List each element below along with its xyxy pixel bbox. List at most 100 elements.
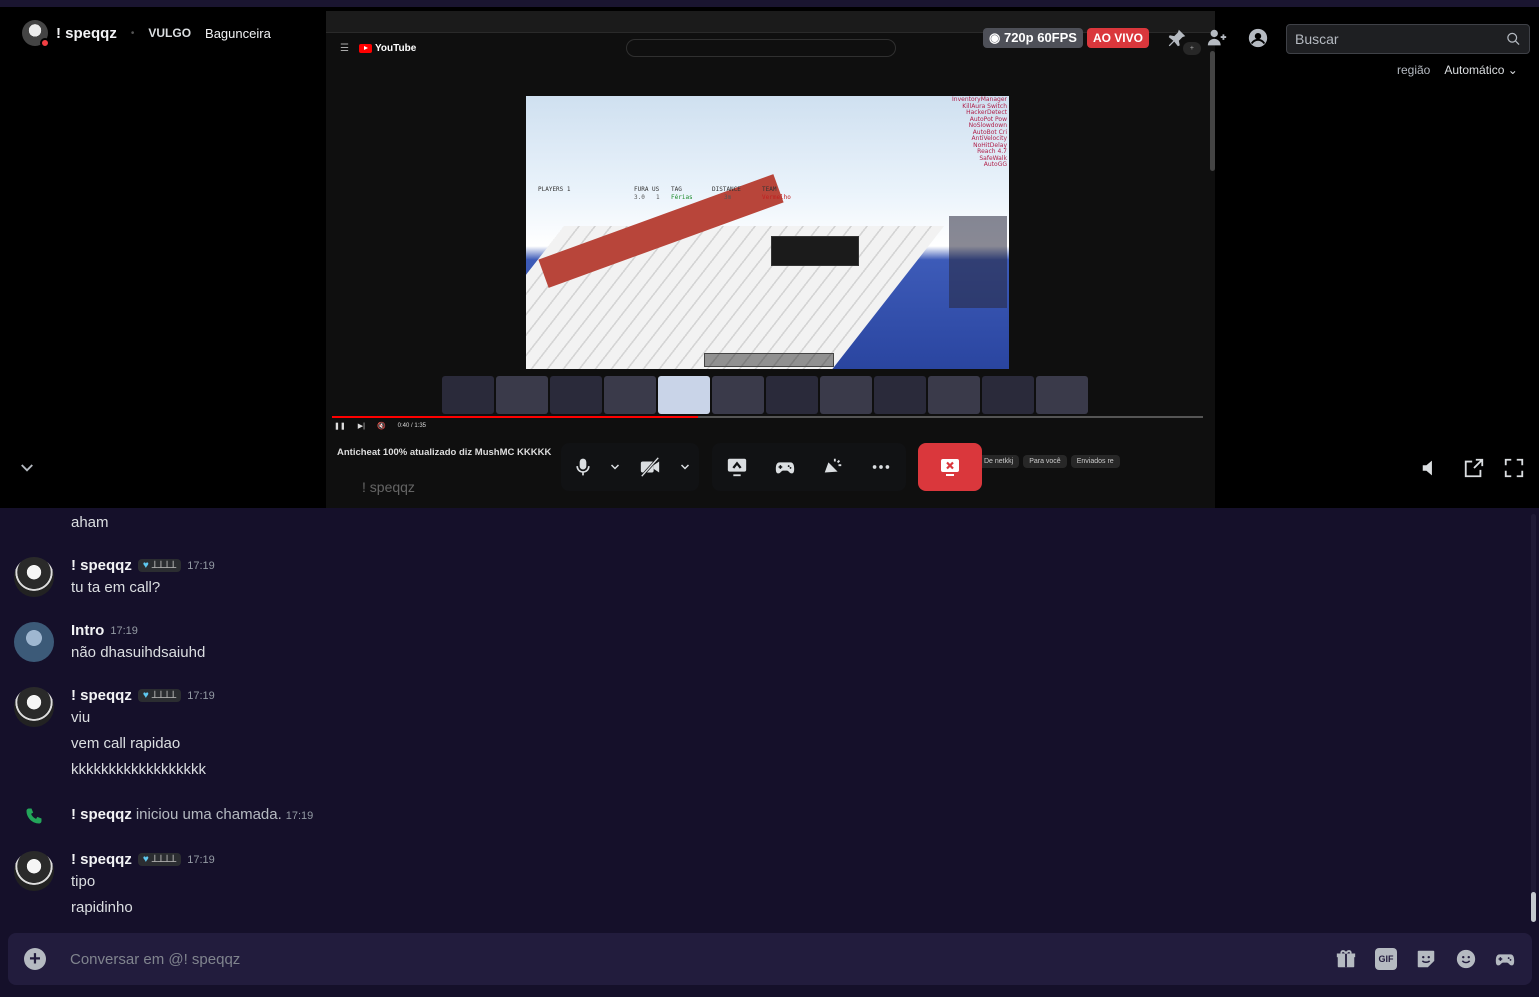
dnd-status-icon — [40, 38, 50, 48]
collapse-chevron-icon[interactable] — [18, 459, 36, 477]
search-icon — [1507, 32, 1520, 46]
message-line: aham — [71, 514, 109, 531]
soundboard-button[interactable] — [809, 443, 857, 491]
user-badge[interactable]: ♥ ꓕꓕꓕꓕ — [137, 853, 182, 866]
message-time: 17:19 — [187, 559, 215, 572]
call-username[interactable]: ! speqqz — [56, 25, 117, 42]
stream-quality-badge: ◉ 720p 60FPS — [983, 28, 1083, 48]
message-input[interactable] — [70, 947, 1270, 971]
message-line: rapidinho — [71, 899, 133, 916]
target-hud — [771, 236, 859, 266]
hud-distance-value: 3m — [724, 194, 732, 201]
avatar[interactable] — [14, 622, 54, 662]
camera-button[interactable] — [627, 443, 673, 491]
heart-icon: ♥ — [142, 854, 149, 865]
hud-players: PLAYERS 1 — [538, 186, 571, 193]
search-input[interactable] — [1295, 31, 1507, 47]
message-line: kkkkkkkkkkkkkkkkkk — [71, 761, 206, 778]
screen-share-button[interactable] — [713, 443, 761, 491]
message-header: ! speqqz ♥ ꓕꓕꓕꓕ 17:19 — [71, 687, 215, 704]
chevron-down-icon — [610, 464, 620, 470]
user-badge[interactable]: ♥ ꓕꓕꓕꓕ — [137, 559, 182, 572]
avatar[interactable] — [22, 20, 50, 48]
server-name: Bagunceira — [205, 25, 271, 41]
gift-icon[interactable] — [1335, 948, 1357, 970]
message-line: tipo — [71, 873, 96, 890]
call-started-message: ! speqqz iniciou uma chamada. 17:19 — [71, 806, 313, 823]
chat-scrollbar[interactable] — [1531, 514, 1536, 922]
avatar[interactable] — [14, 557, 54, 597]
hotbar — [704, 353, 834, 367]
message-author[interactable]: Intro — [71, 622, 104, 639]
soundboard-icon — [824, 458, 842, 473]
stream-status: ◉ 720p 60FPS AO VIVO — [983, 28, 1149, 48]
message-header: Intro 17:19 — [71, 622, 138, 639]
add-friend-icon[interactable] — [1206, 27, 1228, 49]
hud-team: TEAM — [762, 186, 777, 193]
screen-share-stream[interactable]: ☰ YouTube + InventoryManager KillAura Swi… — [326, 11, 1215, 508]
separator-dot: • — [130, 27, 135, 39]
gamepad-icon — [775, 462, 795, 474]
scrollbar-thumb[interactable] — [1531, 892, 1536, 922]
participant-thumbnails — [442, 376, 1088, 414]
hud-distance: DISTANCE — [712, 186, 741, 193]
mic-camera-group — [561, 443, 699, 491]
message-line: tu ta em call? — [71, 579, 161, 596]
message-author[interactable]: ! speqqz — [71, 557, 132, 574]
mic-options-button[interactable] — [603, 443, 627, 491]
message-line: não dhasuihdsaiuhd — [71, 644, 206, 661]
camera-options-button[interactable] — [673, 443, 697, 491]
pause-icon: ❚❚ — [334, 423, 346, 430]
message-header: ! speqqz ♥ ꓕꓕꓕꓕ 17:19 — [71, 557, 215, 574]
video-chips: De netkkj Para você Enviados re — [978, 455, 1120, 468]
window-top-strip — [0, 0, 1539, 7]
stop-stream-button[interactable] — [918, 443, 982, 491]
volume-icon[interactable] — [1420, 457, 1442, 479]
more-options-button[interactable] — [857, 443, 905, 491]
message-author[interactable]: ! speqqz — [71, 851, 132, 868]
gif-icon[interactable]: GIF — [1375, 948, 1397, 970]
search-field[interactable] — [1286, 24, 1530, 54]
heart-icon: ♥ — [142, 690, 149, 701]
hud-ping: 1 — [656, 194, 660, 201]
screen-share-icon — [727, 458, 747, 477]
hud-count: 3.0 — [634, 194, 645, 201]
stop-screen-share-icon — [941, 459, 959, 476]
message-header: ! speqqz ♥ ꓕꓕꓕꓕ 17:19 — [71, 851, 215, 868]
chip: De netkkj — [978, 455, 1020, 468]
call-header: ! speqqz • VULGO Bagunceira — [22, 20, 271, 48]
clan-tag[interactable]: VULGO — [148, 26, 191, 40]
activity-group — [712, 443, 906, 491]
chat-messages: aham ! speqqz ♥ ꓕꓕꓕꓕ 17:19 tu ta em call?… — [0, 508, 1539, 997]
mic-button[interactable] — [563, 443, 603, 491]
avatar[interactable] — [14, 687, 54, 727]
next-icon: ▶| — [357, 423, 365, 430]
region-selector[interactable]: região Automático ⌄ — [1397, 63, 1518, 77]
message-author[interactable]: ! speqqz — [71, 806, 132, 823]
add-attachment-icon[interactable]: + — [24, 948, 46, 970]
message-author[interactable]: ! speqqz — [71, 687, 132, 704]
pin-icon[interactable] — [1166, 27, 1188, 49]
profile-icon[interactable] — [1247, 27, 1269, 49]
heart-icon: ♥ — [142, 560, 149, 571]
avatar[interactable] — [14, 851, 54, 891]
stats-box — [949, 216, 1007, 308]
message-composer: + GIF — [8, 933, 1532, 985]
menu-icon: ☰ — [340, 42, 349, 54]
sticker-icon[interactable] — [1415, 948, 1437, 970]
live-badge: AO VIVO — [1086, 28, 1149, 48]
chevron-down-icon: ⌄ — [1507, 63, 1518, 77]
mute-icon: 🔇 — [376, 423, 386, 430]
apps-gamepad-icon[interactable] — [1494, 948, 1516, 970]
popout-icon[interactable] — [1463, 457, 1485, 479]
youtube-search — [626, 39, 897, 57]
fullscreen-icon[interactable] — [1503, 457, 1525, 479]
activity-button[interactable] — [761, 443, 809, 491]
emoji-icon[interactable] — [1455, 948, 1477, 970]
user-badge[interactable]: ♥ ꓕꓕꓕꓕ — [137, 689, 182, 702]
region-value[interactable]: Automático ⌄ — [1444, 63, 1517, 77]
message-time: 17:19 — [110, 624, 138, 637]
video-progress-bar — [332, 416, 1203, 418]
hud-tag: TAG — [671, 186, 682, 193]
message-time: 17:19 — [187, 853, 215, 866]
